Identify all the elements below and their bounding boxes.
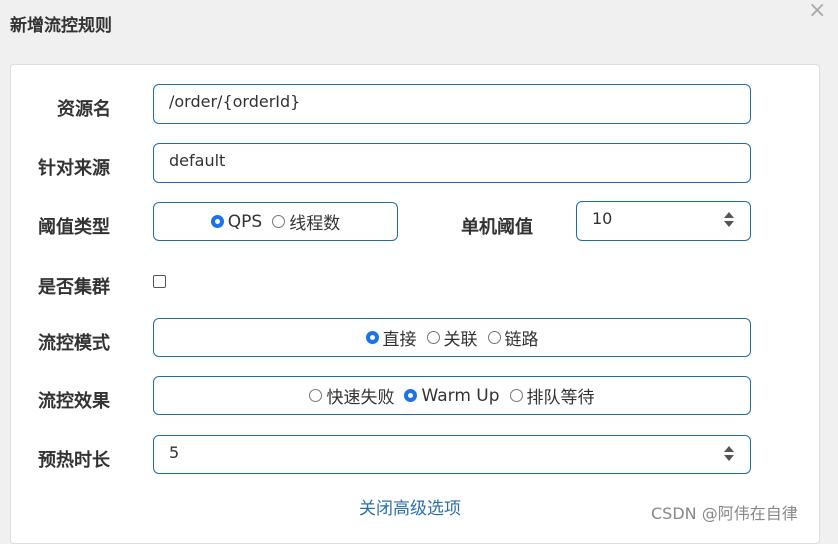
flow-mode-direct-label: 直接 — [382, 330, 417, 350]
warmup-duration-label: 预热时长 — [38, 450, 110, 471]
threshold-type-group: QPS 线程数 — [153, 202, 398, 241]
radio-selected-icon — [404, 389, 418, 402]
watermark: CSDN @阿伟在自律 — [651, 504, 798, 523]
single-threshold-value: 10 — [592, 209, 613, 228]
resource-name-input[interactable]: /order/{orderId} — [153, 84, 751, 124]
dialog-title: 新增流控规则 — [10, 16, 112, 36]
flow-effect-warmup-label: Warm Up — [421, 385, 500, 406]
resource-name-value: /order/{orderId} — [169, 92, 301, 111]
flow-mode-chain-label: 链路 — [504, 330, 539, 350]
close-icon[interactable]: × — [808, 0, 826, 23]
warmup-duration-input[interactable]: 5 — [153, 435, 751, 474]
radio-selected-icon — [365, 331, 379, 344]
flow-effect-label: 流控效果 — [38, 391, 110, 412]
cluster-checkbox[interactable] — [153, 275, 166, 288]
flow-mode-group: 直接 关联 链路 — [153, 318, 751, 357]
limit-app-input[interactable]: default — [153, 143, 751, 183]
cluster-label: 是否集群 — [38, 277, 110, 298]
radio-unselected-icon — [272, 215, 286, 228]
number-spinner-icon[interactable] — [724, 445, 734, 463]
threshold-type-thread-label: 线程数 — [289, 214, 341, 234]
flow-mode-label: 流控模式 — [38, 333, 110, 354]
flow-effect-queue-radio[interactable]: 排队等待 — [509, 383, 595, 408]
radio-unselected-icon — [426, 331, 440, 344]
limit-app-label: 针对来源 — [38, 158, 110, 179]
radio-selected-icon — [210, 215, 224, 228]
number-spinner-icon[interactable] — [724, 211, 734, 229]
flow-mode-chain-radio[interactable]: 链路 — [487, 325, 539, 350]
limit-app-value: default — [169, 151, 226, 170]
single-threshold-label: 单机阈值 — [461, 217, 533, 238]
flow-effect-warmup-radio[interactable]: Warm Up — [404, 385, 500, 406]
flow-effect-group: 快速失败 Warm Up 排队等待 — [153, 376, 751, 415]
resource-name-label: 资源名 — [57, 99, 111, 120]
radio-unselected-icon — [487, 331, 501, 344]
radio-unselected-icon — [509, 389, 523, 402]
single-threshold-input[interactable]: 10 — [576, 201, 751, 241]
warmup-duration-value: 5 — [169, 443, 180, 462]
flow-mode-relate-radio[interactable]: 关联 — [426, 325, 478, 350]
flow-effect-fast-fail-radio[interactable]: 快速失败 — [309, 383, 394, 408]
threshold-type-qps-radio[interactable]: QPS — [210, 211, 263, 232]
threshold-type-qps-label: QPS — [227, 211, 263, 232]
flow-effect-fast-fail-label: 快速失败 — [326, 388, 395, 408]
flow-effect-queue-label: 排队等待 — [526, 388, 595, 408]
close-advanced-options-link[interactable]: 关闭高级选项 — [359, 494, 461, 519]
threshold-type-label: 阈值类型 — [38, 217, 110, 238]
threshold-type-thread-radio[interactable]: 线程数 — [272, 209, 340, 234]
flow-mode-relate-label: 关联 — [443, 330, 478, 350]
flow-mode-direct-radio[interactable]: 直接 — [365, 325, 417, 350]
radio-unselected-icon — [309, 389, 323, 402]
